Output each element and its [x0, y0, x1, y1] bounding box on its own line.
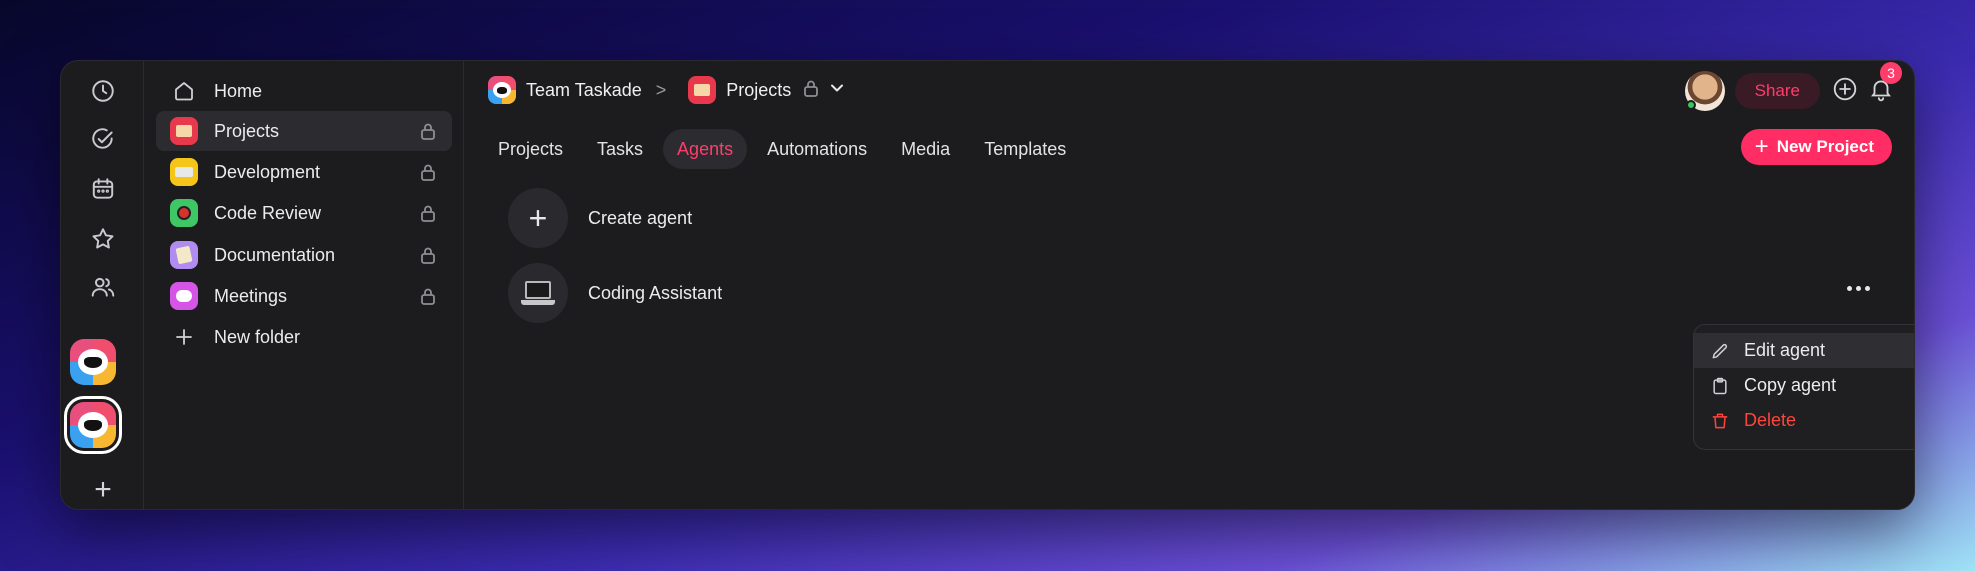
more-options-icon[interactable]: [1847, 286, 1870, 291]
star-icon[interactable]: [82, 218, 124, 260]
tab-bar: Projects Tasks Agents Automations Media …: [484, 129, 1080, 169]
plus-icon: +: [94, 473, 112, 506]
new-folder-button[interactable]: New folder: [156, 317, 452, 357]
header-actions: Share 3: [1684, 61, 1902, 113]
sidebar-item-label: Meetings: [214, 285, 288, 306]
chevron-right-icon: >: [655, 79, 667, 100]
sidebar-item-code-review[interactable]: Code Review: [156, 193, 452, 233]
copy-agent-menu-item[interactable]: Copy agent: [1694, 368, 1914, 403]
main-panel: Team Taskade > Projects Projects Tasks A…: [464, 61, 1914, 509]
sidebar: Home Projects Development Code Review Do…: [144, 61, 464, 509]
agent-name: Coding Assistant: [588, 282, 723, 303]
pencil-icon: [1712, 343, 1728, 358]
tab-media[interactable]: Media: [887, 129, 964, 169]
new-project-label: New Project: [1776, 137, 1874, 156]
notification-badge: 3: [1880, 61, 1902, 84]
new-project-button[interactable]: + New Project: [1740, 129, 1892, 165]
breadcrumb: Team Taskade > Projects: [488, 74, 847, 106]
tab-tasks[interactable]: Tasks: [583, 129, 657, 169]
add-circle-icon[interactable]: [1832, 76, 1858, 107]
plus-icon: +: [528, 200, 548, 236]
add-workspace-button[interactable]: +: [82, 469, 124, 509]
lock-icon: [420, 163, 436, 186]
sidebar-item-label: Code Review: [214, 202, 322, 223]
tab-automations[interactable]: Automations: [753, 129, 881, 169]
sidebar-item-label: Home: [214, 80, 263, 101]
menu-item-label: Edit agent: [1744, 340, 1826, 360]
chevron-down-icon[interactable]: [827, 78, 847, 103]
online-status-dot: [1685, 100, 1696, 110]
memo-icon: [170, 241, 198, 269]
menu-item-label: Delete: [1744, 410, 1797, 430]
breadcrumb-workspace[interactable]: Team Taskade: [526, 80, 642, 101]
clipboard-icon: [1713, 377, 1727, 394]
left-rail: +: [61, 61, 144, 509]
create-agent-label: Create agent: [588, 207, 693, 228]
folder-icon: [688, 76, 717, 104]
sidebar-item-label: Documentation: [214, 244, 336, 265]
delete-agent-menu-item[interactable]: Delete: [1694, 403, 1914, 438]
lock-icon: [420, 122, 436, 145]
sidebar-item-meetings[interactable]: Meetings: [156, 276, 452, 316]
tab-projects[interactable]: Projects: [484, 129, 577, 169]
tab-agents[interactable]: Agents: [663, 129, 748, 169]
sidebar-item-home[interactable]: Home: [156, 71, 452, 111]
share-button[interactable]: Share: [1734, 73, 1820, 109]
lock-icon: [420, 287, 436, 310]
check-circle-icon[interactable]: [82, 118, 124, 160]
menu-item-label: Copy agent: [1744, 375, 1837, 395]
sidebar-item-label: Development: [214, 161, 321, 182]
lock-icon: [803, 79, 819, 102]
workspace-avatar-2[interactable]: [64, 396, 122, 454]
speech-bubble-icon: [170, 282, 198, 310]
sidebar-item-documentation[interactable]: Documentation: [156, 235, 452, 275]
home-icon: [170, 77, 198, 105]
breadcrumb-project[interactable]: Projects: [726, 80, 791, 101]
keyboard-icon: [170, 158, 198, 186]
app-window: + Home Projects Development Code Review: [60, 60, 1915, 510]
lock-icon: [420, 204, 436, 227]
create-agent-button[interactable]: + Create agent: [508, 188, 692, 248]
clock-icon[interactable]: [82, 70, 124, 112]
workspace-avatar-1[interactable]: [70, 339, 116, 385]
calendar-icon[interactable]: [82, 168, 124, 210]
edit-agent-menu-item[interactable]: Edit agent: [1694, 333, 1914, 368]
sidebar-item-development[interactable]: Development: [156, 152, 452, 192]
trash-icon: [1712, 413, 1728, 428]
laptop-icon: [521, 281, 555, 305]
sidebar-item-projects[interactable]: Projects: [156, 111, 452, 151]
create-agent-circle: +: [508, 188, 568, 248]
ladybug-icon: [170, 199, 198, 227]
sidebar-item-label: New folder: [214, 326, 301, 347]
plus-icon: +: [1754, 133, 1769, 160]
people-icon[interactable]: [82, 266, 124, 308]
tab-templates[interactable]: Templates: [970, 129, 1080, 169]
agent-context-menu: Edit agent Copy agent Delete: [1693, 324, 1914, 450]
agent-avatar: [508, 263, 568, 323]
agent-item-coding-assistant[interactable]: Coding Assistant: [508, 263, 722, 323]
lock-icon: [420, 246, 436, 269]
bell-icon[interactable]: 3: [1868, 61, 1902, 107]
avatar[interactable]: [1684, 71, 1725, 111]
workspace-icon: [488, 76, 516, 104]
sidebar-item-label: Projects: [214, 120, 280, 141]
plus-icon: [170, 323, 198, 351]
folder-icon: [170, 117, 198, 145]
